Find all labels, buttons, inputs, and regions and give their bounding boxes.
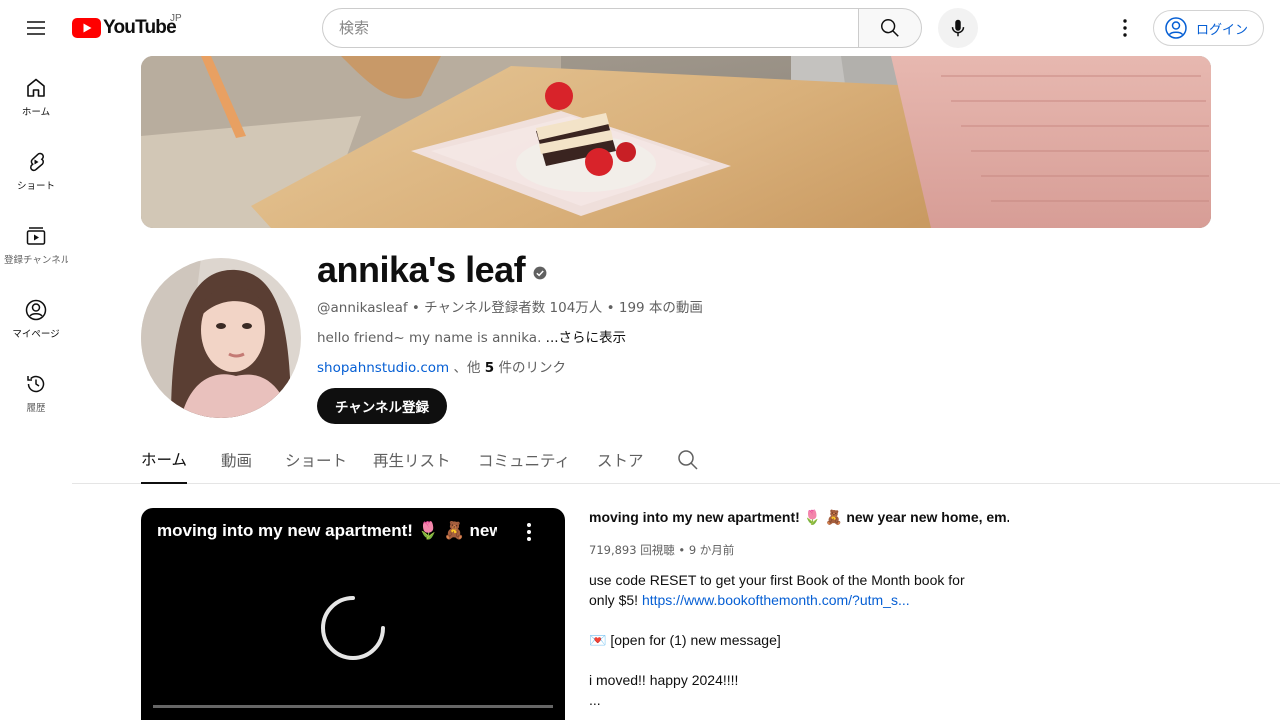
meta-separator: • bbox=[602, 300, 619, 316]
channel-title: annika's leaf bbox=[317, 248, 547, 292]
featured-video-stats: 719,893 回視聴 • 9 か月前 bbox=[589, 543, 735, 557]
links-middle-text: 、他 bbox=[449, 360, 485, 376]
guide-item-label: ホーム bbox=[21, 107, 51, 118]
tab-videos[interactable]: 動画 bbox=[221, 436, 252, 484]
video-progress-bar[interactable] bbox=[153, 705, 553, 708]
meta-separator: • bbox=[407, 300, 425, 316]
guide-item-home[interactable]: ホーム bbox=[0, 56, 72, 130]
banner-image bbox=[141, 56, 1211, 228]
player-title[interactable]: moving into my new apartment! 🌷 🧸 new ye… bbox=[157, 521, 497, 541]
guide-item-label: ショート bbox=[16, 181, 55, 192]
channel-metadata: @annikasleaf • チャンネル登録者数 104万人 • 199 本の動… bbox=[317, 296, 703, 316]
tab-playlists[interactable]: 再生リスト bbox=[373, 436, 451, 484]
guide-item-you[interactable]: マイページ bbox=[0, 278, 72, 352]
guide-item-history[interactable]: 履歴 bbox=[0, 352, 72, 426]
guide-item-label: 履歴 bbox=[26, 403, 46, 414]
avatar-image bbox=[141, 258, 301, 418]
view-count: 719,893 回視聴 bbox=[589, 543, 675, 557]
home-icon bbox=[27, 78, 45, 97]
history-icon bbox=[27, 375, 45, 393]
login-button[interactable]: ログイン bbox=[1153, 10, 1264, 46]
microphone-icon bbox=[951, 19, 965, 37]
links-count[interactable]: 5 bbox=[485, 360, 494, 376]
links-suffix-text[interactable]: 件のリンク bbox=[494, 360, 566, 376]
guide-menu-button[interactable] bbox=[16, 8, 56, 48]
login-label: ログイン bbox=[1196, 22, 1249, 38]
channel-links: shopahnstudio.com 、他 5 件のリンク bbox=[317, 356, 566, 376]
guide-item-label: マイページ bbox=[12, 329, 60, 340]
channel-banner bbox=[141, 56, 1211, 228]
channel-tabs: ホーム 動画 ショート 再生リスト コミュニティ ストア bbox=[72, 436, 1280, 484]
description-line: use code RESET to get your first Book of… bbox=[589, 572, 965, 588]
upload-age: 9 か月前 bbox=[688, 543, 735, 557]
featured-video-description: use code RESET to get your first Book of… bbox=[589, 570, 989, 710]
featured-video-info: moving into my new apartment! 🌷 🧸 new ye… bbox=[589, 507, 1009, 710]
search-button[interactable] bbox=[858, 8, 922, 48]
channel-link[interactable]: shopahnstudio.com bbox=[317, 360, 449, 376]
subscribe-button[interactable]: チャンネル登録 bbox=[317, 388, 447, 424]
hamburger-icon bbox=[27, 21, 45, 35]
settings-more-button[interactable] bbox=[1105, 8, 1145, 48]
channel-avatar[interactable] bbox=[141, 258, 301, 418]
channel-description[interactable]: hello friend~ my name is annika. ...さらに表… bbox=[317, 326, 626, 346]
search-box bbox=[322, 8, 859, 48]
subscriptions-icon bbox=[26, 227, 46, 245]
description-line: only $5! https://www.bookofthemonth.com/… bbox=[589, 590, 989, 610]
account-circle-icon bbox=[1165, 17, 1187, 39]
description-blank-line bbox=[589, 610, 989, 630]
description-line: 💌 [open for (1) new message] bbox=[589, 632, 781, 648]
channel-handle: @annikasleaf bbox=[317, 300, 408, 316]
description-ellipsis: ... bbox=[589, 692, 601, 708]
search-input[interactable] bbox=[323, 9, 859, 47]
logo-wordmark: YouTube bbox=[103, 17, 177, 38]
guide-item-label: 登録チャンネル bbox=[4, 255, 68, 266]
shorts-icon bbox=[30, 152, 44, 172]
video-count: 199 本の動画 bbox=[618, 300, 703, 316]
voice-search-button[interactable] bbox=[938, 8, 978, 48]
description-text: only $5! bbox=[589, 592, 642, 608]
account-icon bbox=[25, 299, 47, 321]
search-icon bbox=[881, 19, 899, 37]
tab-shorts[interactable]: ショート bbox=[285, 436, 347, 484]
masthead: YouTube JP ログイン bbox=[0, 0, 1280, 56]
channel-name: annika's leaf bbox=[317, 249, 526, 290]
description-blank-line bbox=[589, 650, 989, 670]
tab-home[interactable]: ホーム bbox=[141, 436, 188, 484]
search-icon bbox=[678, 450, 698, 470]
description-text: hello friend~ my name is annika. bbox=[317, 330, 546, 346]
youtube-logo[interactable]: YouTube bbox=[72, 16, 177, 40]
youtube-play-icon bbox=[72, 18, 101, 38]
mini-guide: ホーム ショート 登録チャンネル マイページ 履歴 bbox=[0, 56, 72, 426]
show-more-link[interactable]: ...さらに表示 bbox=[546, 330, 626, 346]
channel-search-button[interactable] bbox=[676, 448, 700, 472]
loading-spinner-icon bbox=[321, 596, 385, 660]
subscriber-count: チャンネル登録者数 104万人 bbox=[424, 300, 603, 316]
region-code: JP bbox=[170, 13, 182, 24]
more-vert-icon[interactable] bbox=[517, 520, 541, 544]
tab-community[interactable]: コミュニティ bbox=[478, 436, 570, 484]
more-vert-icon bbox=[1123, 19, 1127, 37]
guide-item-subscriptions[interactable]: 登録チャンネル bbox=[0, 204, 72, 278]
featured-video-player[interactable]: moving into my new apartment! 🌷 🧸 new ye… bbox=[141, 508, 565, 720]
description-link[interactable]: https://www.bookofthemonth.com/?utm_s... bbox=[642, 592, 910, 608]
description-line: i moved!! happy 2024!!!! bbox=[589, 672, 739, 688]
featured-video-title[interactable]: moving into my new apartment! 🌷 🧸 new ye… bbox=[589, 507, 1009, 529]
guide-item-shorts[interactable]: ショート bbox=[0, 130, 72, 204]
verified-badge-icon bbox=[533, 266, 547, 280]
tab-store[interactable]: ストア bbox=[597, 436, 644, 484]
